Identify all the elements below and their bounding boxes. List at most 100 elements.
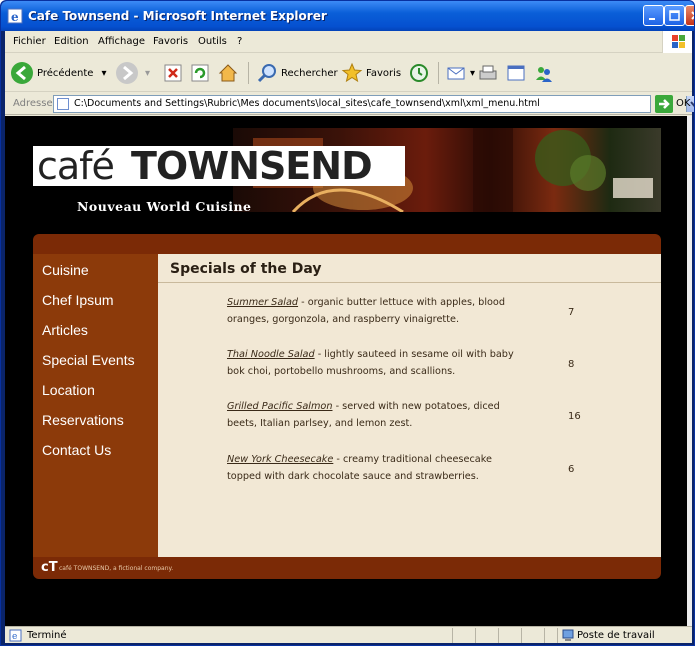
address-label: Adresse — [13, 98, 53, 109]
print-button[interactable] — [477, 61, 499, 85]
svg-text:e: e — [12, 632, 17, 642]
menu-item: Thai Noodle Salad - lightly sauteed in s… — [227, 346, 527, 380]
content-area: Specials of the Day Summer Salad - organ… — [158, 254, 661, 557]
status-divider — [557, 628, 558, 643]
refresh-button[interactable] — [190, 61, 210, 85]
dish-price: 16 — [568, 411, 581, 422]
search-button[interactable]: Rechercher — [256, 61, 338, 85]
history-icon — [410, 64, 428, 82]
refresh-icon — [191, 64, 209, 82]
menu-tools[interactable]: Outils — [198, 36, 227, 47]
menu-item: New York Cheesecake - creamy traditional… — [227, 451, 527, 485]
logo-townsend: TOWNSEND — [131, 144, 373, 188]
svg-text:e: e — [11, 10, 19, 24]
vertical-scrollbar[interactable] — [687, 116, 692, 626]
toolbar-separator — [248, 62, 249, 84]
nav-reservations[interactable]: Reservations — [42, 412, 124, 428]
minimize-button[interactable] — [643, 5, 664, 26]
maximize-button[interactable] — [664, 5, 685, 26]
status-divider — [452, 628, 453, 643]
status-bar: e Terminé Poste de travail — [5, 626, 692, 643]
page-viewport: café TOWNSEND Nouveau World Cuisine Cuis… — [5, 116, 692, 626]
ie-icon: e — [7, 8, 23, 24]
site-nav: Cuisine Chef Ipsum Articles Special Even… — [33, 254, 158, 557]
menu-view[interactable]: Affichage — [98, 36, 145, 47]
status-text: Terminé — [27, 630, 67, 641]
back-button[interactable]: Précédente ▾ — [10, 61, 107, 85]
page-title: Specials of the Day — [170, 261, 322, 277]
mail-button[interactable]: ▾ — [445, 61, 475, 85]
print-icon — [479, 65, 497, 80]
address-url: C:\Documents and Settings\Rubric\Mes doc… — [74, 98, 540, 109]
page-done-icon: e — [9, 629, 22, 642]
title-bar[interactable]: e Cafe Townsend - Microsoft Internet Exp… — [1, 1, 694, 31]
search-icon — [257, 64, 276, 83]
address-bar: Adresse C:\Documents and Settings\Rubric… — [5, 93, 694, 115]
address-input[interactable]: C:\Documents and Settings\Rubric\Mes doc… — [53, 95, 694, 113]
site-footer: cT café TOWNSEND, a fictional company. — [33, 557, 661, 579]
back-label: Précédente — [37, 67, 94, 79]
dish-link[interactable]: Thai Noodle Salad — [227, 349, 315, 360]
messenger-icon — [536, 67, 552, 82]
toolbar-separator — [438, 62, 439, 84]
minimize-icon — [649, 18, 655, 20]
heading-divider — [158, 282, 661, 283]
home-button[interactable] — [217, 61, 239, 85]
menu-item: Grilled Pacific Salmon - served with new… — [227, 398, 527, 432]
dish-link[interactable]: Summer Salad — [227, 297, 298, 308]
nav-special-events[interactable]: Special Events — [42, 352, 135, 368]
forward-button[interactable]: ▾ — [115, 61, 150, 85]
favorites-button[interactable]: Favoris — [341, 61, 401, 85]
stop-icon — [164, 64, 182, 82]
go-label[interactable]: OK — [676, 98, 690, 109]
edit-icon — [507, 65, 525, 81]
status-divider — [544, 628, 545, 643]
chevron-down-icon[interactable]: ▾ — [101, 68, 106, 79]
dish-link[interactable]: Grilled Pacific Salmon — [227, 401, 333, 412]
menu-edit[interactable]: Edition — [54, 36, 89, 47]
nav-chef[interactable]: Chef Ipsum — [42, 292, 114, 308]
dish-price: 6 — [568, 464, 575, 475]
menu-help[interactable]: ? — [237, 36, 242, 47]
footer-logo: cT — [41, 560, 58, 575]
nav-articles[interactable]: Articles — [42, 322, 88, 338]
page-top-bar — [33, 234, 661, 254]
window-title: Cafe Townsend - Microsoft Internet Explo… — [28, 9, 327, 23]
go-arrow-icon — [659, 99, 670, 109]
mail-icon — [447, 67, 465, 80]
site-banner: café TOWNSEND Nouveau World Cuisine — [33, 128, 661, 224]
edit-button[interactable] — [505, 61, 527, 85]
chevron-down-icon[interactable]: ▾ — [145, 68, 150, 79]
dish-price: 8 — [568, 359, 575, 370]
back-arrow-icon — [11, 62, 33, 84]
stop-button[interactable] — [163, 61, 183, 85]
nav-contact[interactable]: Contact Us — [42, 442, 111, 458]
close-icon — [691, 11, 694, 20]
toolbar: Précédente ▾ ▾ Rechercher Favoris ▾ — [5, 54, 692, 92]
nav-cuisine[interactable]: Cuisine — [42, 262, 89, 278]
history-button[interactable] — [408, 61, 430, 85]
menu-favorites[interactable]: Favoris — [153, 36, 188, 47]
page-icon — [57, 98, 69, 110]
status-divider — [475, 628, 476, 643]
menu-file[interactable]: Fichier — [13, 36, 46, 47]
status-divider — [498, 628, 499, 643]
computer-icon — [562, 629, 574, 641]
forward-arrow-icon — [116, 62, 138, 84]
dish-link[interactable]: New York Cheesecake — [227, 454, 333, 465]
security-zone: Poste de travail — [577, 630, 655, 641]
dish-price: 7 — [568, 307, 575, 318]
home-icon — [218, 64, 238, 82]
menu-bar: Fichier Edition Affichage Favoris Outils… — [5, 31, 692, 53]
logo-cafe: café — [37, 144, 115, 188]
browser-window: e Cafe Townsend - Microsoft Internet Exp… — [0, 0, 695, 646]
site-tagline: Nouveau World Cuisine — [77, 199, 252, 214]
messenger-button[interactable] — [533, 61, 555, 85]
go-button[interactable] — [655, 95, 673, 113]
chevron-down-icon[interactable]: ▾ — [470, 68, 475, 79]
close-button[interactable] — [685, 5, 694, 26]
browser-client: Fichier Edition Affichage Favoris Outils… — [5, 31, 694, 643]
nav-location[interactable]: Location — [42, 382, 95, 398]
windows-logo — [662, 31, 692, 53]
footer-text: café TOWNSEND, a fictional company. — [59, 565, 174, 572]
